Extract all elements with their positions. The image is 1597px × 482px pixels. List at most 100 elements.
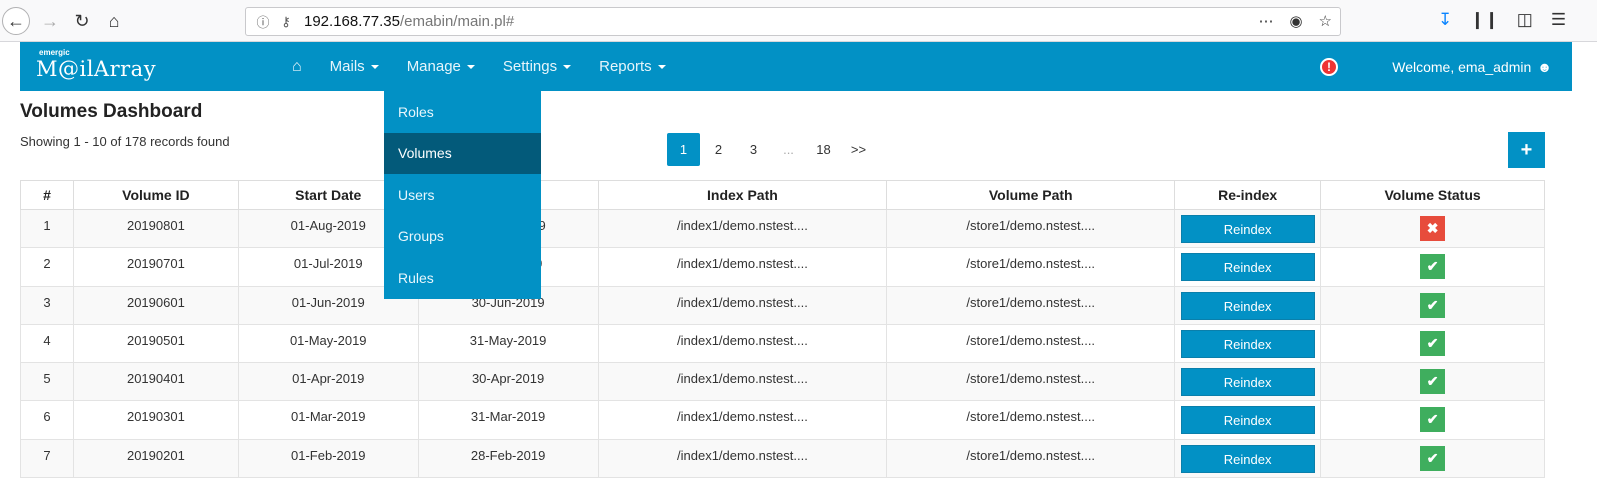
cell-volume-status: ✔: [1320, 438, 1545, 479]
table-row: 7 20190201 01-Feb-2019 28-Feb-2019/index1/d…: [20, 438, 1545, 479]
cell-volume-id: 20190401: [72, 362, 239, 402]
menu-item-volumes[interactable]: Volumes: [384, 132, 541, 174]
url-path: /emabin/main.pl#: [399, 13, 515, 30]
status-ok-icon[interactable]: ✔: [1420, 369, 1446, 395]
reindex-button[interactable]: Reindex: [1180, 368, 1315, 397]
reindex-button[interactable]: Reindex: [1180, 291, 1315, 320]
table-header-row: # Volume ID Start Date End Date Index Pa…: [20, 180, 1545, 210]
cell-volume-id: 20190301: [72, 400, 239, 440]
table-row: 22019070101-Jul-201931-Jul-2019/index1/d…: [20, 247, 1545, 287]
page-1[interactable]: 1: [667, 133, 700, 166]
reindex-button[interactable]: Reindex: [1180, 253, 1315, 282]
page-2[interactable]: 2: [702, 133, 735, 166]
cell-start-date: 01-Apr-2019: [237, 362, 419, 402]
menu-icon[interactable]: ☰: [1551, 10, 1566, 30]
download-icon[interactable]: ↧: [1438, 10, 1452, 30]
cell-volume-status: ✔: [1320, 400, 1545, 440]
nav-home[interactable]: ⌂: [278, 42, 316, 91]
status-fail-icon[interactable]: ✖: [1420, 216, 1446, 241]
status-ok-icon[interactable]: ✔: [1420, 292, 1446, 318]
page-title: Volumes Dashboard: [20, 101, 203, 122]
cell-volume-status: ✖: [1320, 208, 1545, 249]
cell-end-date: 30-Apr-2019: [417, 362, 599, 402]
table-row: 5 20190401 01-Apr-2019 30-Apr-2019/index1/d…: [20, 362, 1545, 402]
caret-down-icon: [563, 64, 572, 69]
key-icon: ⚷: [281, 13, 291, 29]
col-volume-id[interactable]: Volume ID: [72, 180, 239, 210]
home-icon: ⌂: [292, 57, 302, 75]
cell-number: 1: [20, 208, 74, 249]
nav-mails[interactable]: Mails: [316, 42, 393, 91]
col-volume-path[interactable]: Volume Path: [886, 180, 1176, 210]
cell-reindex: Reindex: [1174, 285, 1322, 325]
cell-volume-id: 20190501: [72, 323, 239, 364]
cell-reindex: Reindex: [1174, 247, 1322, 287]
app-header: emergic M@ilArray ⌂ Mails Manage Setting…: [20, 42, 1572, 91]
menu-item-roles[interactable]: Roles: [384, 91, 541, 133]
browser-toolbar: ← → ↻ ⌂ ⓘ ⚷ 192.168.77.35/emabin/main.pl…: [0, 0, 1597, 42]
reindex-button[interactable]: Reindex: [1180, 444, 1315, 473]
page-3[interactable]: 3: [737, 133, 770, 166]
cell-number: 6: [20, 400, 74, 440]
cell-index-path: /index1/demo.nstest....: [597, 362, 888, 402]
add-volume-button[interactable]: +: [1508, 132, 1545, 168]
alert-icon[interactable]: !: [1320, 58, 1338, 76]
table-row: 3 20190601 01-Jun-2019 30-Jun-2019/index1/d…: [20, 285, 1545, 325]
col-reindex[interactable]: Re-index: [1174, 180, 1322, 210]
status-ok-icon[interactable]: ✔: [1420, 330, 1446, 356]
caret-down-icon: [657, 64, 666, 69]
welcome-text: Welcome, ema_admin: [1392, 58, 1532, 75]
cell-reindex: Reindex: [1174, 362, 1322, 402]
cell-number: 2: [20, 247, 74, 287]
home-icon[interactable]: ⌂: [100, 7, 128, 35]
pocket-icon[interactable]: ◉: [1289, 12, 1302, 30]
status-ok-icon[interactable]: ✔: [1420, 254, 1446, 280]
nav-settings[interactable]: Settings: [489, 42, 585, 91]
reindex-button[interactable]: Reindex: [1180, 215, 1315, 243]
cell-index-path: /index1/demo.nstest....: [597, 208, 888, 249]
col-number[interactable]: #: [20, 180, 74, 210]
url-bar[interactable]: ⓘ ⚷ 192.168.77.35/emabin/main.pl# ⋯ ◉ ☆: [245, 7, 1341, 36]
user-icon: ☻: [1537, 58, 1552, 75]
library-icon[interactable]: ❙❙: [1470, 10, 1499, 30]
cell-start-date: 01-May-2019: [237, 323, 419, 364]
page-actions-icon[interactable]: ⋯: [1258, 12, 1273, 30]
manage-dropdown: Roles Volumes Users Groups Rules: [384, 91, 541, 299]
cell-index-path: /index1/demo.nstest....: [597, 400, 888, 440]
cell-end-date: 31-Mar-2019: [417, 400, 599, 440]
info-icon[interactable]: ⓘ: [250, 12, 276, 31]
col-index-path[interactable]: Index Path: [597, 180, 888, 210]
cell-reindex: Reindex: [1174, 400, 1322, 440]
menu-item-rules[interactable]: Rules: [384, 257, 541, 299]
status-ok-icon[interactable]: ✔: [1420, 407, 1446, 433]
cell-volume-path: /store1/demo.nstest....: [886, 323, 1176, 364]
status-ok-icon[interactable]: ✔: [1420, 445, 1446, 471]
reindex-button[interactable]: Reindex: [1180, 406, 1315, 435]
forward-icon[interactable]: →: [36, 7, 64, 35]
bookmark-star-icon[interactable]: ☆: [1319, 12, 1332, 30]
main-nav: ⌂ Mails Manage Settings Reports: [278, 42, 680, 91]
url-text[interactable]: 192.168.77.35/emabin/main.pl#: [304, 13, 514, 30]
back-icon[interactable]: ←: [2, 7, 30, 35]
menu-item-users[interactable]: Users: [384, 174, 541, 216]
logo[interactable]: emergic M@ilArray: [36, 48, 156, 81]
page-18[interactable]: 18: [807, 133, 840, 166]
cell-index-path: /index1/demo.nstest....: [597, 285, 888, 325]
reindex-button[interactable]: Reindex: [1180, 329, 1315, 358]
page-next[interactable]: >>: [842, 133, 875, 166]
cell-volume-path: /store1/demo.nstest....: [886, 285, 1176, 325]
cell-index-path: /index1/demo.nstest....: [597, 247, 888, 287]
user-menu[interactable]: Welcome, ema_admin ☻: [1392, 42, 1552, 91]
menu-item-groups[interactable]: Groups: [384, 216, 541, 258]
volumes-table: # Volume ID Start Date End Date Index Pa…: [20, 180, 1545, 479]
reload-icon[interactable]: ↻: [68, 7, 96, 35]
nav-mails-label: Mails: [329, 58, 365, 75]
nav-manage[interactable]: Manage: [392, 42, 489, 91]
col-volume-status[interactable]: Volume Status: [1320, 180, 1545, 210]
cell-volume-status: ✔: [1320, 323, 1545, 364]
nav-reports[interactable]: Reports: [585, 42, 680, 91]
cell-volume-status: ✔: [1320, 362, 1545, 402]
pagination: 1 2 3 ... 18 >>: [667, 133, 875, 166]
sidebar-icon[interactable]: ◫: [1517, 10, 1533, 30]
caret-down-icon: [370, 64, 379, 69]
